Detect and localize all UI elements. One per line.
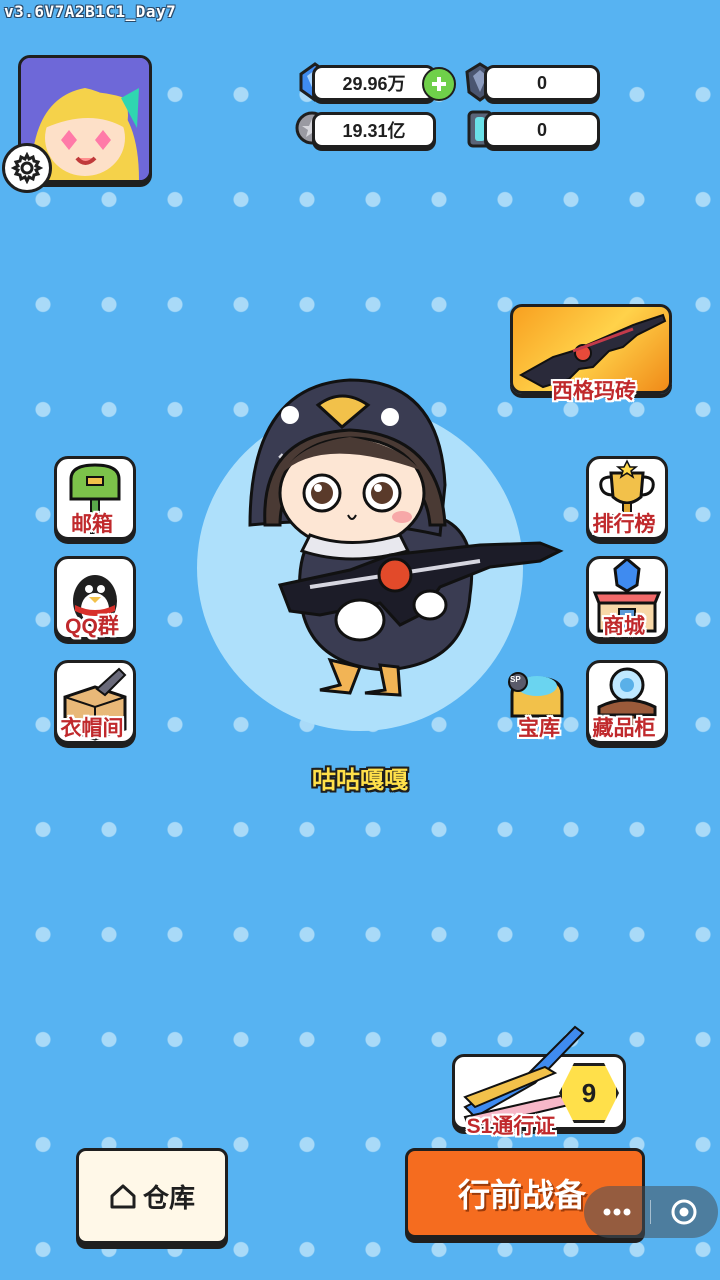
- warehouse-label: 仓库: [142, 1182, 195, 1213]
- collection-label: 藏品柜: [592, 717, 656, 740]
- character[interactable]: [240, 375, 570, 705]
- crystal-value: 0: [536, 72, 547, 93]
- coins-counter: 19.31亿: [312, 112, 436, 148]
- battery-value: 0: [536, 119, 547, 140]
- gems-counter: 29.96万: [312, 65, 436, 101]
- qq-group-label: QQ群: [65, 615, 119, 638]
- target-close-icon: [671, 1199, 697, 1225]
- crystal-counter: 0: [484, 65, 600, 101]
- home-icon: [110, 1184, 136, 1209]
- settings-button[interactable]: [2, 143, 52, 193]
- mailbox-label: 邮箱: [71, 513, 113, 536]
- close-miniprogram-button[interactable]: [651, 1186, 717, 1238]
- character-name: 咕咕嘎嘎: [312, 767, 408, 794]
- miniprogram-capsule: [584, 1186, 718, 1238]
- version-label: v3.6V7A2B1C1_Day7: [4, 2, 177, 21]
- wardrobe-label: 衣帽间: [60, 717, 124, 740]
- more-menu-button[interactable]: [584, 1186, 650, 1238]
- battle-prep-label: 行前战备: [458, 1177, 587, 1213]
- ranking-label: 排行榜: [592, 513, 656, 536]
- gems-value: 29.96万: [342, 74, 406, 94]
- treasury-badge: SP: [510, 675, 521, 684]
- more-dots-icon: [603, 1208, 631, 1216]
- battery-counter: 0: [484, 112, 600, 148]
- battle-pass-label: S1通行证: [466, 1115, 556, 1138]
- coins-value: 19.31亿: [342, 121, 406, 141]
- pass-level-value: 9: [581, 1077, 597, 1108]
- gear-icon: [11, 152, 43, 184]
- warehouse-button[interactable]: 仓库: [76, 1148, 228, 1244]
- shop-label: 商城: [603, 615, 645, 638]
- add-gems-button[interactable]: [422, 67, 456, 101]
- penguin-character-icon: [248, 378, 564, 697]
- plus-icon: [432, 77, 446, 91]
